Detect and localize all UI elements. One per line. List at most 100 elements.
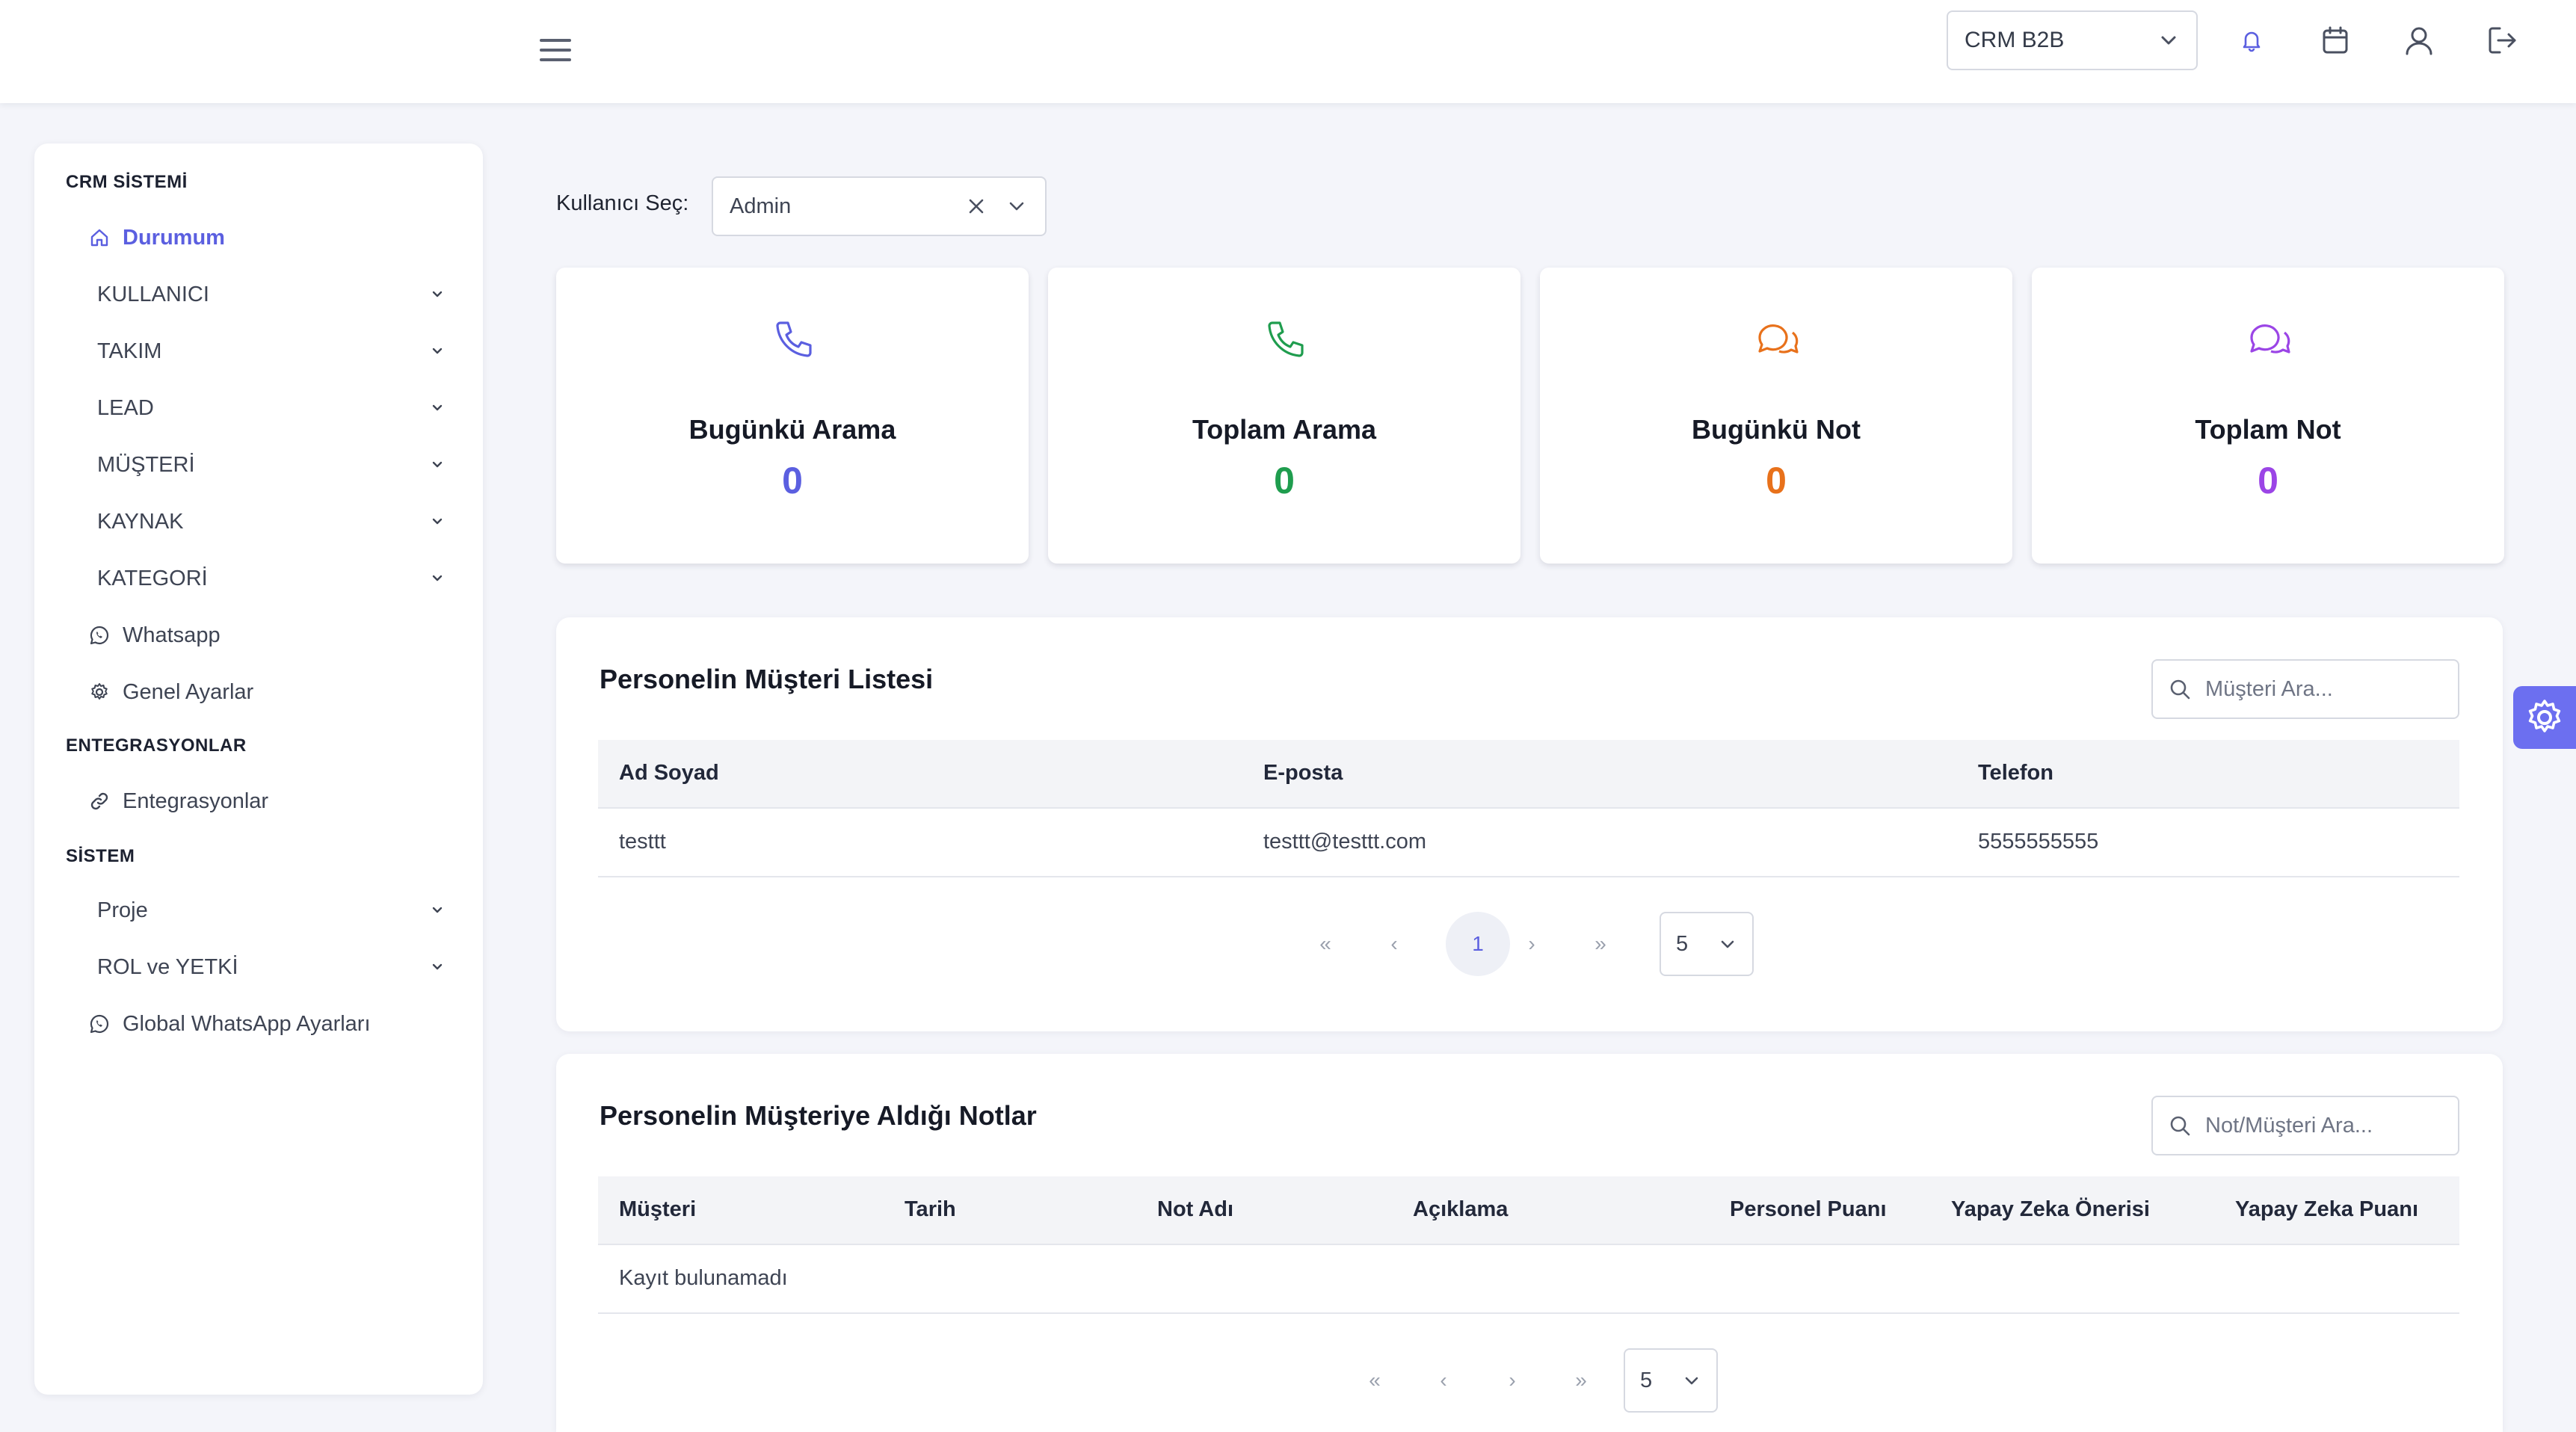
cell-phone: 5555555555 <box>1978 830 2099 854</box>
chevron-down-icon <box>429 959 446 975</box>
sidebar-item-global-whatsapp[interactable]: Global WhatsApp Ayarları <box>88 1002 477 1046</box>
logout-icon[interactable] <box>2483 21 2522 60</box>
sidebar-section-crm: CRM SİSTEMİ <box>66 172 188 192</box>
sidebar-item-lead[interactable]: LEAD <box>97 386 471 430</box>
previous-page-icon[interactable]: ‹ <box>1411 1348 1476 1413</box>
chat-icon <box>1754 317 1800 363</box>
customer-list-panel: Personelin Müşteri Listesi Müşteri Ara..… <box>556 617 2503 1031</box>
chevron-down-icon <box>429 457 446 473</box>
table-row[interactable]: testtt testtt@testtt.com 5555555555 <box>598 809 2459 877</box>
empty-row: Kayıt bulunamadı <box>598 1245 2459 1314</box>
sidebar-item-durumum[interactable]: Durumum <box>88 215 477 260</box>
customer-list-title: Personelin Müşteri Listesi <box>600 664 934 694</box>
chevron-down-icon <box>429 286 446 303</box>
stat-card-today-calls: Bugünkü Arama 0 <box>556 268 1029 564</box>
last-page-icon[interactable]: » <box>1549 1348 1613 1413</box>
column-header[interactable]: Tarih <box>905 1197 956 1222</box>
customer-search-input[interactable]: Müşteri Ara... <box>2151 659 2459 719</box>
page-size-select[interactable]: 5 <box>1660 912 1754 976</box>
search-placeholder: Müşteri Ara... <box>2205 676 2333 701</box>
company-select[interactable]: CRM B2B <box>1947 10 2198 70</box>
chevron-down-icon <box>429 513 446 530</box>
sidebar-item-proje[interactable]: Proje <box>97 888 471 933</box>
sidebar-item-genel-ayarlar[interactable]: Genel Ayarlar <box>88 670 477 715</box>
page-size-value: 5 <box>1640 1368 1653 1392</box>
first-page-icon[interactable]: « <box>1343 1348 1407 1413</box>
sidebar-item-label: LEAD <box>97 395 154 420</box>
sidebar-section-integrations: ENTEGRASYONLAR <box>66 735 247 756</box>
chevron-down-icon <box>429 343 446 359</box>
empty-message: Kayıt bulunamadı <box>619 1266 788 1290</box>
stat-value: 0 <box>782 460 803 501</box>
chevron-down-icon <box>1682 1371 1701 1390</box>
column-header[interactable]: Ad Soyad <box>619 761 719 786</box>
sidebar-item-label: ROL ve YETKİ <box>97 954 238 979</box>
home-icon <box>88 226 111 249</box>
chevron-down-icon[interactable] <box>1005 194 1029 218</box>
notes-panel: Personelin Müşteriye Aldığı Notlar Not/M… <box>556 1054 2503 1432</box>
page-size-select[interactable]: 5 <box>1624 1348 1718 1413</box>
user-icon[interactable] <box>2400 21 2438 60</box>
chevron-down-icon <box>2157 29 2180 52</box>
sidebar-item-label: KAYNAK <box>97 509 184 534</box>
column-header[interactable]: Telefon <box>1978 761 2053 786</box>
sidebar-item-label: TAKIM <box>97 339 162 363</box>
sidebar-item-kaynak[interactable]: KAYNAK <box>97 499 471 544</box>
sidebar-item-whatsapp[interactable]: Whatsapp <box>88 613 477 658</box>
column-header[interactable]: Müşteri <box>619 1197 696 1222</box>
stat-title: Toplam Not <box>2195 414 2341 445</box>
stat-value: 0 <box>2258 460 2278 501</box>
column-header[interactable]: E-posta <box>1263 761 1343 786</box>
sidebar-item-kategori[interactable]: KATEGORİ <box>97 556 471 601</box>
close-icon[interactable] <box>964 194 988 218</box>
stat-value: 0 <box>1766 460 1787 501</box>
sidebar-item-kullanici[interactable]: KULLANICI <box>97 272 471 317</box>
settings-gear-button[interactable] <box>2513 686 2576 749</box>
customer-pagination: « ‹ 1 › » 5 <box>556 912 2503 976</box>
last-page-icon[interactable]: » <box>1568 912 1633 976</box>
whatsapp-icon <box>88 624 111 646</box>
chevron-down-icon <box>429 902 446 919</box>
gear-icon <box>2524 697 2566 738</box>
hamburger-icon[interactable] <box>537 33 574 67</box>
column-header[interactable]: Not Adı <box>1157 1197 1233 1222</box>
sidebar-item-musteri[interactable]: MÜŞTERİ <box>97 442 471 487</box>
gear-icon <box>88 681 111 703</box>
notes-search-input[interactable]: Not/Müşteri Ara... <box>2151 1096 2459 1155</box>
stat-value: 0 <box>1274 460 1295 501</box>
user-select[interactable]: Admin <box>712 176 1047 236</box>
notes-pagination: « ‹ › » 5 <box>556 1348 2503 1413</box>
sidebar-item-label: Proje <box>97 898 148 922</box>
bell-icon[interactable] <box>2232 21 2271 60</box>
column-header[interactable]: Yapay Zeka Puanı <box>2235 1197 2418 1222</box>
sidebar-item-label: MÜŞTERİ <box>97 452 195 477</box>
sidebar-item-rol-yetki[interactable]: ROL ve YETKİ <box>97 945 471 990</box>
notes-title: Personelin Müşteriye Aldığı Notlar <box>600 1100 1037 1131</box>
sidebar-item-takim[interactable]: TAKIM <box>97 329 471 374</box>
phone-icon <box>770 317 816 363</box>
stat-card-today-notes: Bugünkü Not 0 <box>1540 268 2012 564</box>
column-header[interactable]: Personel Puanı <box>1730 1197 1887 1222</box>
sidebar-item-label: Whatsapp <box>123 623 221 647</box>
sidebar-item-entegrasyonlar[interactable]: Entegrasyonlar <box>88 779 477 824</box>
stat-title: Bugünkü Arama <box>688 414 896 445</box>
next-page-icon[interactable]: › <box>1480 1348 1544 1413</box>
previous-page-icon[interactable]: ‹ <box>1362 912 1426 976</box>
column-header[interactable]: Yapay Zeka Önerisi <box>1951 1197 2150 1222</box>
column-header[interactable]: Açıklama <box>1413 1197 1508 1222</box>
stat-card-total-notes: Toplam Not 0 <box>2032 268 2504 564</box>
user-select-value: Admin <box>730 194 792 218</box>
next-page-icon[interactable]: › <box>1500 912 1564 976</box>
first-page-icon[interactable]: « <box>1293 912 1358 976</box>
sidebar-item-label: Global WhatsApp Ayarları <box>123 1011 371 1036</box>
notes-table-header: Müşteri Tarih Not Adı Açıklama Personel … <box>598 1176 2459 1245</box>
customer-table-header: Ad Soyad E-posta Telefon <box>598 740 2459 809</box>
cell-email: testtt@testtt.com <box>1263 830 1426 854</box>
chevron-down-icon <box>429 570 446 587</box>
chevron-down-icon <box>429 400 446 416</box>
whatsapp-icon <box>88 1013 111 1035</box>
cell-name: testtt <box>619 830 666 854</box>
user-select-label: Kullanıcı Seç: <box>556 191 689 215</box>
calendar-icon[interactable] <box>2316 21 2355 60</box>
phone-icon <box>1262 317 1308 363</box>
